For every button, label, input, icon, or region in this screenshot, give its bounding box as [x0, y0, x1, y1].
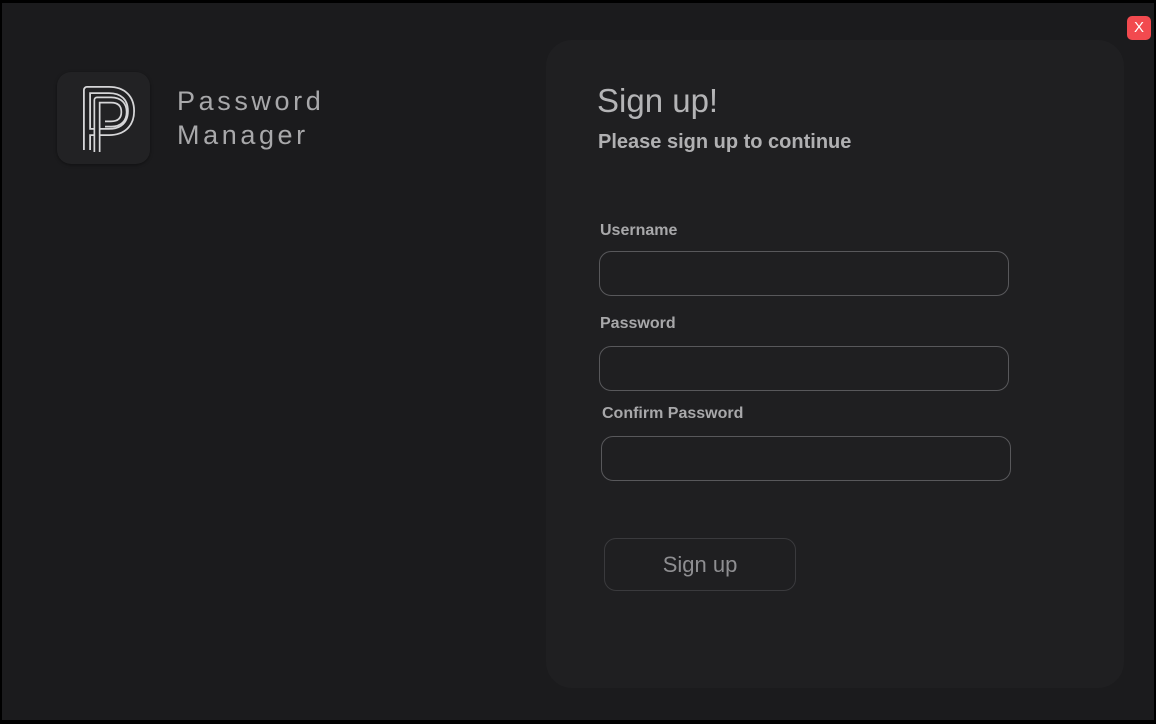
password-label: Password	[600, 315, 676, 332]
page-title: Sign up!	[597, 82, 719, 119]
app-logo	[57, 72, 150, 164]
confirm-password-field[interactable]	[601, 436, 1011, 481]
pp-monogram-icon	[83, 86, 135, 152]
page-subtitle: Please sign up to continue	[598, 131, 852, 153]
brand-name-line-2: Manager	[177, 120, 309, 150]
password-field[interactable]	[599, 346, 1009, 391]
brand-name-line-1: Password	[177, 86, 325, 116]
signup-card: Sign up! Please sign up to continue User…	[546, 40, 1124, 688]
username-field[interactable]	[599, 251, 1009, 296]
username-label: Username	[600, 222, 678, 239]
confirm-password-label: Confirm Password	[602, 405, 744, 422]
app-window: X Password Manager Sign up! Please sign …	[2, 3, 1154, 720]
signup-button[interactable]: Sign up	[604, 538, 796, 591]
close-button[interactable]: X	[1127, 16, 1151, 40]
